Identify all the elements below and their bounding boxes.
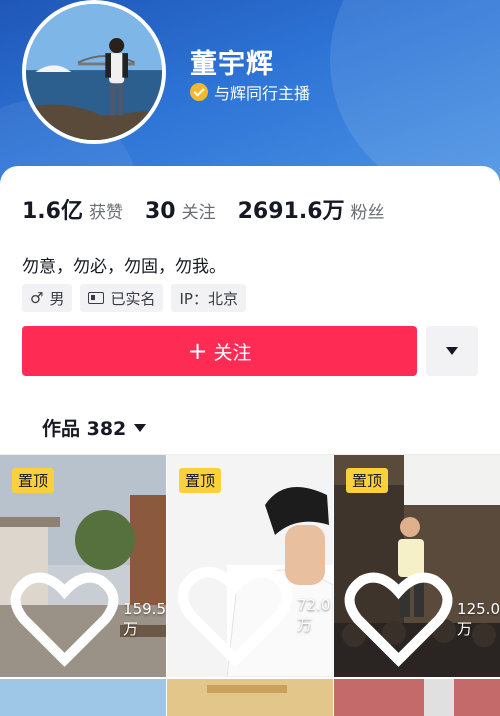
likes-value: 125.0万 (457, 599, 500, 638)
stat-likes[interactable]: 1.6亿 获赞 (22, 193, 123, 225)
real-name-tag: 已实名 (80, 284, 164, 312)
video-thumbnail (334, 679, 500, 716)
video-tile[interactable] (334, 679, 500, 716)
more-options-button[interactable] (426, 326, 478, 376)
real-name-label: 已实名 (110, 289, 156, 308)
avatar-photo (26, 4, 162, 140)
heart-icon (10, 572, 119, 667)
heart-icon (177, 566, 293, 667)
verification-text: 与辉同行主播 (214, 84, 311, 103)
pinned-badge: 置顶 (346, 468, 389, 493)
ip-label: IP：北京 (179, 289, 238, 308)
male-icon: ♂ (30, 289, 44, 307)
gender-tag: ♂ 男 (22, 284, 73, 312)
stat-likes-label: 获赞 (88, 203, 123, 223)
likes-value: 159.5万 (123, 599, 166, 638)
stat-followers-label: 粉丝 (350, 203, 385, 223)
id-card-icon (88, 292, 105, 304)
stat-likes-value: 1.6亿 (22, 199, 83, 224)
verification-line: 与辉同行主播 (190, 80, 310, 104)
ip-tag: IP：北京 (171, 284, 246, 312)
profile-name: 董宇辉 (190, 49, 274, 80)
gender-label: 男 (49, 289, 65, 308)
plus-icon: + (187, 337, 208, 365)
profile-tags: ♂ 男 已实名 IP：北京 (22, 284, 254, 312)
stat-followers-value: 2691.6万 (237, 199, 345, 224)
video-tile[interactable]: 置顶 125.0万 (334, 455, 500, 677)
video-tile[interactable]: 置顶 159.5万 (0, 455, 166, 677)
dropdown-arrow-icon (446, 347, 458, 355)
works-tab-label: 作品 382 (42, 418, 127, 440)
stats-row: 1.6亿 获赞 30 关注 2691.6万 粉丝 (22, 193, 407, 225)
video-thumbnail (0, 679, 166, 716)
likes-value: 72.0万 (297, 596, 331, 635)
verified-badge-icon (190, 83, 208, 101)
likes-count: 159.5万 (10, 569, 166, 669)
video-thumbnail (167, 679, 333, 716)
stat-followers[interactable]: 2691.6万 粉丝 (238, 193, 385, 225)
heart-icon (344, 572, 453, 667)
video-tile[interactable] (0, 679, 166, 716)
stat-following-value: 30 (144, 199, 176, 224)
tab-works[interactable]: 作品 382 (42, 414, 147, 441)
video-tile[interactable] (167, 679, 333, 716)
bio-text: 勿意，勿必，勿固，勿我。 (22, 257, 226, 277)
stat-following[interactable]: 30 关注 (145, 198, 216, 224)
video-tile[interactable]: 置顶 72.0万 (167, 455, 333, 677)
pinned-badge: 置顶 (179, 468, 222, 493)
avatar[interactable] (22, 0, 166, 144)
likes-count: 72.0万 (177, 563, 333, 669)
follow-button[interactable]: + 关注 (22, 326, 417, 376)
sort-dropdown-icon (134, 423, 147, 432)
likes-count: 125.0万 (344, 569, 500, 669)
follow-label: 关注 (213, 341, 252, 364)
pinned-badge: 置顶 (12, 468, 55, 493)
stat-following-label: 关注 (181, 203, 216, 223)
